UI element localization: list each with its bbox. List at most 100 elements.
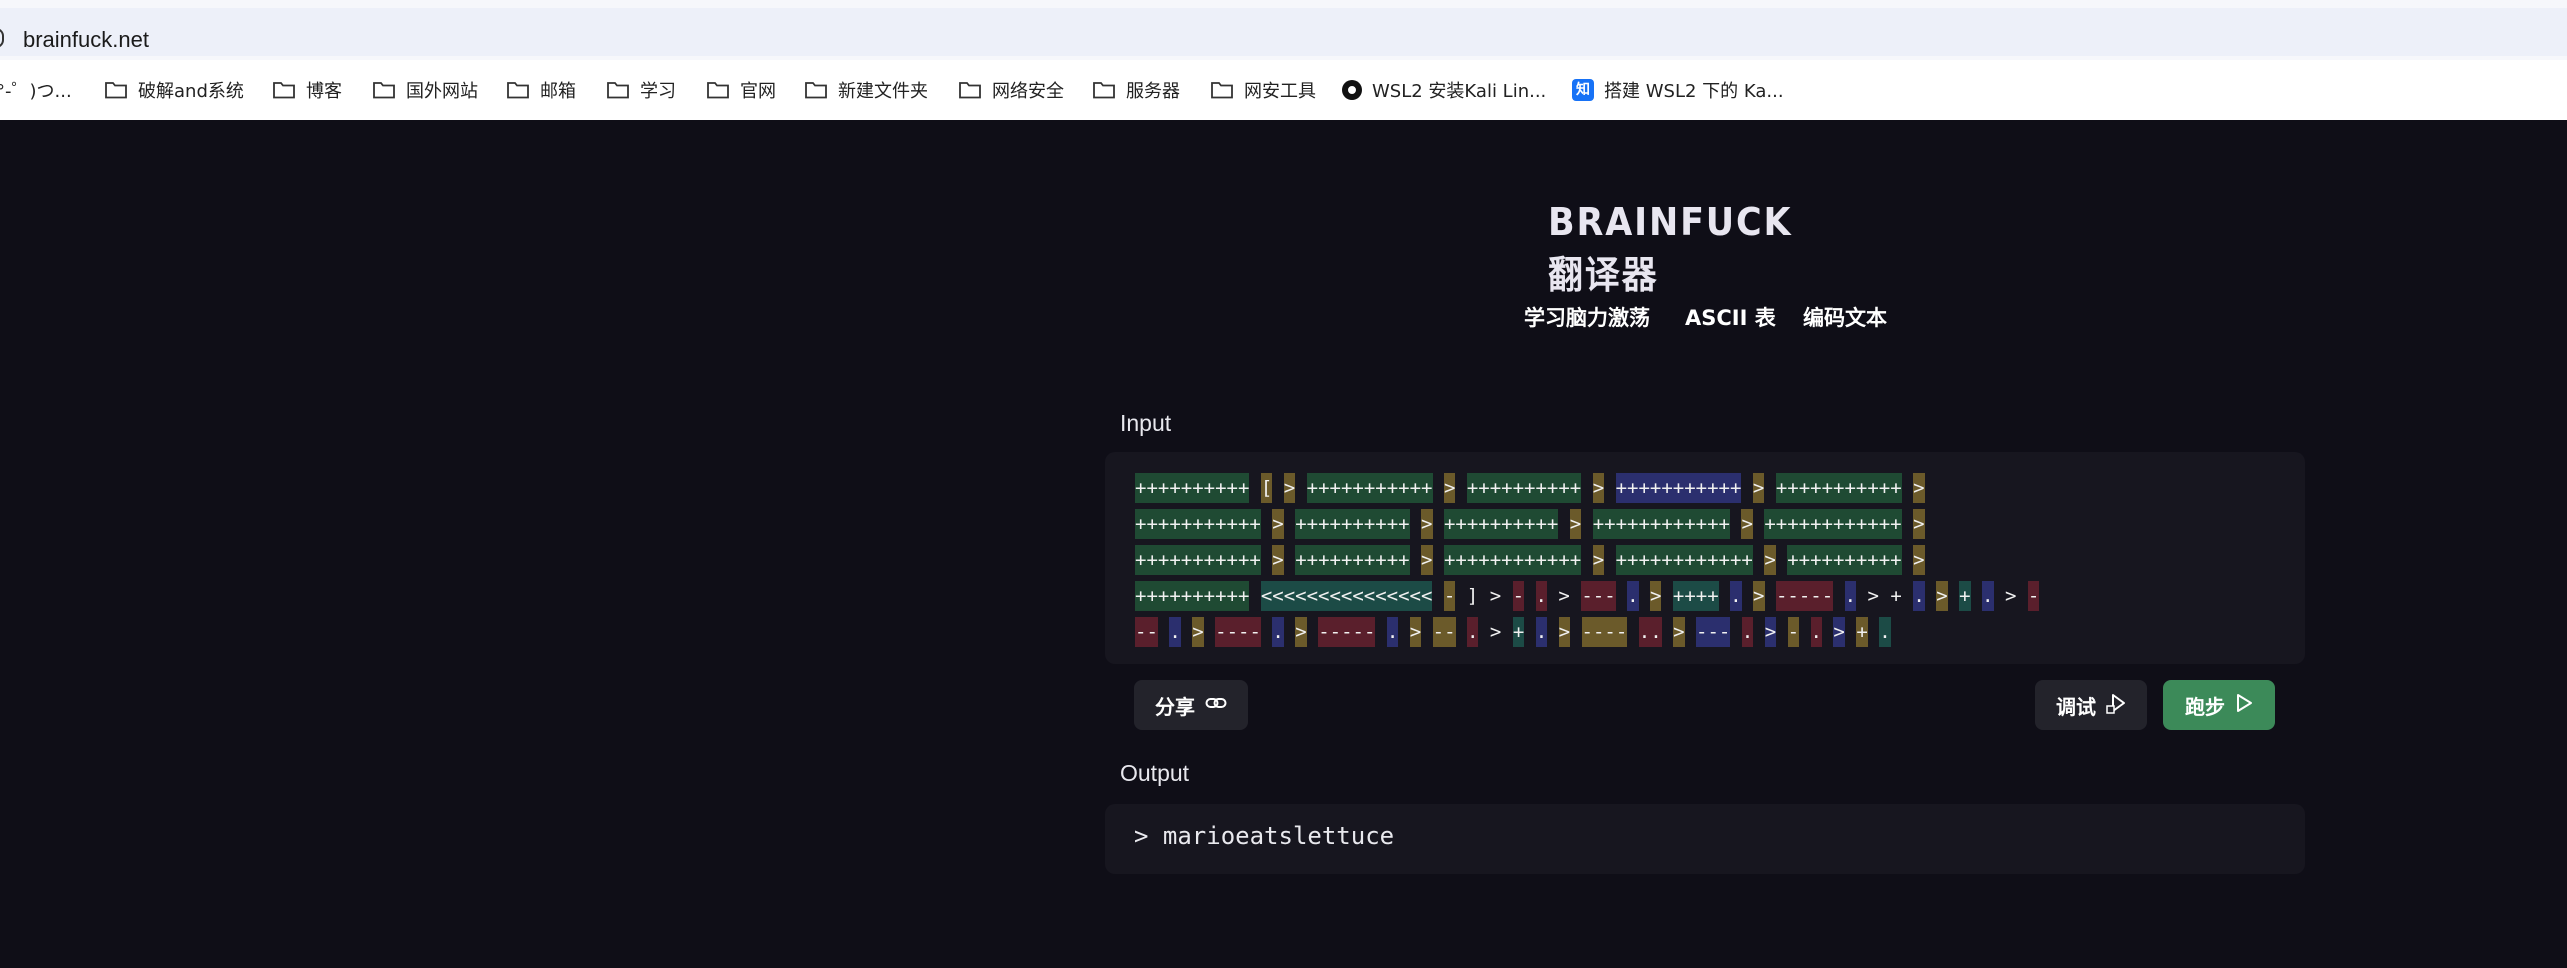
share-button[interactable]: 分享 [1134,680,1248,730]
bookmark-item[interactable]: 知 搭建 WSL2 下的 Ka... [1572,76,1784,104]
folder-icon [372,80,396,100]
code-input[interactable]: ++++++++++ [ > +++++++++++ > ++++++++++ … [1135,470,2285,650]
debug-button[interactable]: 调试 [2035,680,2147,730]
code-token: +++++++++++ [1306,473,1433,503]
bookmark-folder[interactable]: 官网 [706,76,776,104]
code-token: . [1272,617,1284,647]
code-token: > [1913,509,1925,539]
run-button[interactable]: 跑步 [2163,680,2275,730]
code-token: . [1467,617,1479,647]
code-token: . [1386,617,1399,647]
nav-link-encode-text[interactable]: 编码文本 [1803,302,1887,332]
code-token: > [1673,617,1685,647]
code-token: > [1753,581,1765,611]
code-token: > [1295,617,1307,647]
code-token: . [1810,617,1822,647]
bookmark-label: 新建文件夹 [838,81,928,102]
play-icon [2235,693,2253,718]
code-token: . [1913,581,1925,611]
code-token: > [1489,621,1502,643]
nav-link-learn[interactable]: 学习脑力激荡 [1524,302,1650,332]
code-token: > [1558,585,1570,607]
site-info-icon[interactable] [0,28,4,48]
code-token: [ [1260,473,1273,503]
code-token: . [1982,581,1994,611]
bookmark-folder[interactable]: 博客 [272,76,342,104]
bookmark-folder[interactable]: 邮箱 [506,76,576,104]
bookmark-folder[interactable]: 新建文件夹 [804,76,928,104]
bookmark-label: 官网 [740,81,776,102]
bookmark-label: 搭建 WSL2 下的 Ka... [1604,81,1784,102]
bookmark-folder[interactable]: 网络安全 [958,76,1064,104]
url-text[interactable]: brainfuck.net [23,27,149,53]
code-token: > [1443,473,1456,503]
code-token: <<<<<<<<<<<<<<< [1260,581,1433,611]
bookmark-label: 邮箱 [540,81,576,102]
bookmark-folder[interactable]: 网安工具 [1210,76,1316,104]
bookmark-label: °-゜)つ... [0,81,72,102]
code-token: > [1833,617,1845,647]
code-token: +++++++++++ [1615,473,1742,503]
bookmark-item[interactable]: WSL2 安装Kali Lin... [1342,76,1546,104]
code-token: > [1489,585,1502,607]
code-token: ++++++++++ [1295,509,1410,539]
code-token: > [1741,509,1753,539]
code-line: -- . > ---- . > ----- . > -- . > + . > -… [1135,614,2285,650]
bookmark-folder[interactable]: 破解and系统 [104,76,244,104]
code-line: ++++++++++ <<<<<<<<<<<<<<< - ] > - . > -… [1135,578,2285,614]
bookmark-folder[interactable]: 服务器 [1092,76,1180,104]
address-field[interactable]: brainfuck.net [0,8,2567,56]
nav-link-ascii-table[interactable]: ASCII 表 [1685,302,1776,332]
bookmark-folder[interactable]: 学习 [606,76,676,104]
debug-label: 调试 [2056,694,2096,719]
code-token: +++++++++++ [1135,545,1261,575]
input-label: Input [1120,410,1172,436]
code-token: ----- [1775,581,1834,611]
link-icon [1205,693,1227,717]
code-token: + [1856,617,1868,647]
code-token: ++++ [1672,581,1719,611]
code-token: > [1592,545,1605,575]
code-line: ++++++++++ [ > +++++++++++ > ++++++++++ … [1135,470,2285,506]
bookmark-item[interactable]: °-゜)つ... [0,76,72,104]
folder-icon [606,80,630,100]
circle-site-icon [1342,80,1362,100]
code-token: > [1650,581,1662,611]
code-token: > [1867,585,1879,607]
folder-icon [1092,80,1116,100]
code-token: . [1741,617,1754,647]
bookmark-label: 网安工具 [1244,81,1316,102]
code-token: -- [1135,617,1158,647]
bookmark-folder[interactable]: 国外网站 [372,76,478,104]
code-token: ---- [1215,617,1261,647]
